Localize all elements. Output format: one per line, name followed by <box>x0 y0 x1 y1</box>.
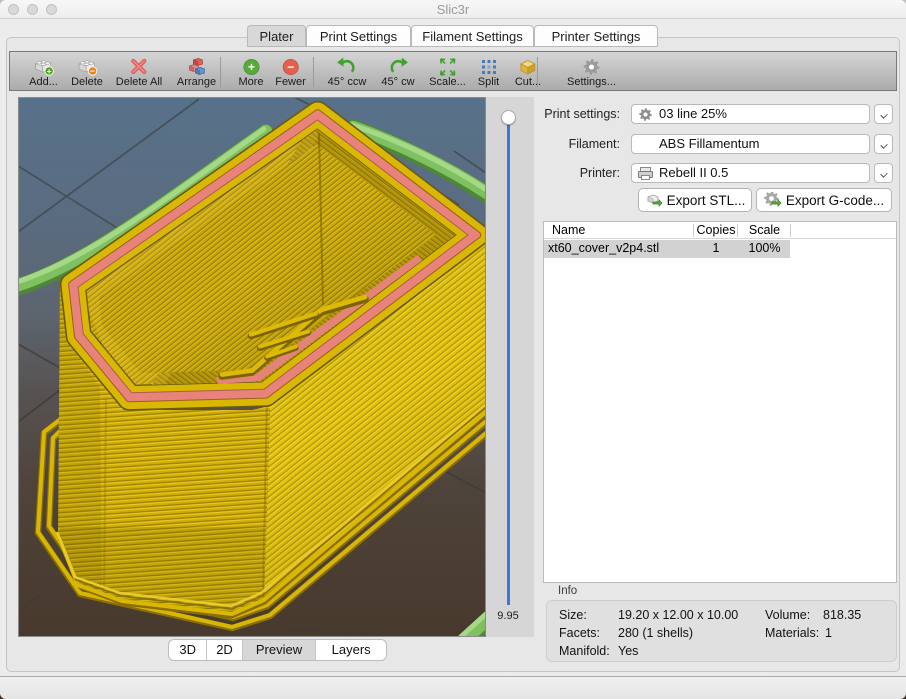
svg-text:−: − <box>287 60 294 74</box>
svg-text:+: + <box>247 60 254 74</box>
svg-text:+: + <box>47 66 52 76</box>
svg-text:−: − <box>90 66 95 76</box>
